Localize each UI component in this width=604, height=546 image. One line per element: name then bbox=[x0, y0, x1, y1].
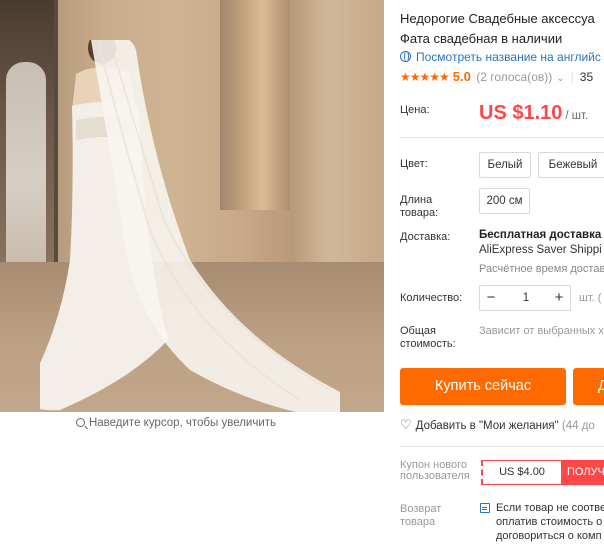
length-label-line-1: Длина bbox=[400, 194, 433, 206]
quantity-label: Количество: bbox=[400, 292, 463, 304]
delivery-estimate: Расчётное время достав bbox=[479, 263, 604, 275]
chevron-down-icon: ⌄ bbox=[556, 73, 565, 84]
color-option-beige[interactable]: Бежевый bbox=[538, 152, 604, 178]
globe-icon bbox=[400, 51, 411, 62]
buyer-protection-icon bbox=[480, 503, 490, 513]
magnifier-icon bbox=[75, 418, 85, 427]
product-title-line-2: Фата свадебная в наличии bbox=[400, 31, 563, 46]
quantity-unit: шт. ( bbox=[579, 292, 602, 304]
translate-title-link[interactable]: Посмотреть название на английс bbox=[400, 50, 601, 64]
rating-votes: (2 голоса(ов)) bbox=[476, 70, 553, 84]
wishlist-count: (44 до bbox=[561, 420, 595, 432]
coupon-amount: US $4.00 bbox=[499, 466, 545, 478]
length-label: Длина товара: bbox=[400, 194, 438, 220]
rating-score: 5.0 bbox=[452, 69, 471, 84]
color-label: Цвет: bbox=[400, 158, 428, 170]
orders-count: 35 bbox=[579, 70, 594, 84]
return-label: Возврат товара bbox=[400, 503, 470, 529]
bride-with-veil bbox=[40, 40, 340, 412]
add-to-wishlist-link[interactable]: ♡ Добавить в "Мои желания" (44 до bbox=[400, 417, 595, 433]
quantity-increase-button[interactable]: + bbox=[548, 286, 570, 310]
price-value: US $1.10 bbox=[479, 102, 563, 124]
return-text-line-1: Если товар не соотве bbox=[496, 502, 604, 514]
buy-now-button[interactable]: Купить сейчас bbox=[400, 368, 566, 405]
price-row: US $1.10/ шт. bbox=[479, 102, 588, 125]
wishlist-text: Добавить в "Мои желания" bbox=[415, 420, 559, 432]
return-label-line-1: Возврат bbox=[400, 503, 442, 515]
new-user-coupon: US $4.00 ПОЛУЧ bbox=[481, 460, 604, 485]
rating-row[interactable]: ★★★★★ 5.0 (2 голоса(ов)) ⌄ | 35 bbox=[400, 69, 593, 84]
add-to-cart-button[interactable]: Д bbox=[573, 368, 604, 405]
rating-stars: ★★★★★ bbox=[400, 70, 450, 84]
quantity-stepper: − 1 + bbox=[479, 285, 571, 311]
heart-icon: ♡ bbox=[400, 417, 412, 432]
total-label: Общая стоимость: bbox=[400, 325, 456, 351]
zoom-hint: Наведите курсор, чтобы увеличить bbox=[0, 417, 352, 429]
divider bbox=[400, 446, 604, 447]
divider bbox=[400, 137, 604, 138]
return-text-line-3: договориться о комп bbox=[496, 530, 602, 542]
divider: | bbox=[570, 70, 574, 84]
total-label-line-2: стоимость: bbox=[400, 338, 456, 350]
product-title-line-1: Недорогие Свадебные аксессуа bbox=[400, 11, 595, 26]
color-option-white[interactable]: Белый bbox=[479, 152, 531, 178]
delivery-method[interactable]: AliExpress Saver Shippi bbox=[479, 244, 602, 256]
total-value: Зависит от выбранных х bbox=[479, 325, 604, 337]
product-detail-panel: Недорогие Свадебные аксессуа Фата свадеб… bbox=[400, 0, 604, 546]
delivery-label: Доставка: bbox=[400, 231, 451, 243]
total-label-line-1: Общая bbox=[400, 325, 436, 337]
product-main-image[interactable] bbox=[0, 0, 384, 412]
quantity-input[interactable]: 1 bbox=[502, 286, 550, 310]
get-coupon-button[interactable]: ПОЛУЧ bbox=[561, 461, 604, 484]
quantity-decrease-button[interactable]: − bbox=[480, 286, 502, 310]
translate-link-text: Посмотреть название на английс bbox=[416, 50, 601, 64]
coupon-label: Купон нового пользователя bbox=[400, 459, 470, 482]
length-option-200[interactable]: 200 см bbox=[479, 188, 530, 214]
return-text-line-2: оплатив стоимость о bbox=[496, 516, 603, 528]
price-unit: / шт. bbox=[565, 110, 589, 122]
delivery-title: Бесплатная доставка в bbox=[479, 229, 604, 241]
length-label-line-2: товара: bbox=[400, 207, 439, 219]
product-title: Недорогие Свадебные аксессуа Фата свадеб… bbox=[400, 9, 604, 49]
return-label-line-2: товара bbox=[400, 516, 436, 528]
price-label: Цена: bbox=[400, 104, 430, 116]
zoom-hint-text: Наведите курсор, чтобы увеличить bbox=[88, 417, 277, 429]
return-policy-text: Если товар не соотве оплатив стоимость о… bbox=[496, 501, 604, 543]
